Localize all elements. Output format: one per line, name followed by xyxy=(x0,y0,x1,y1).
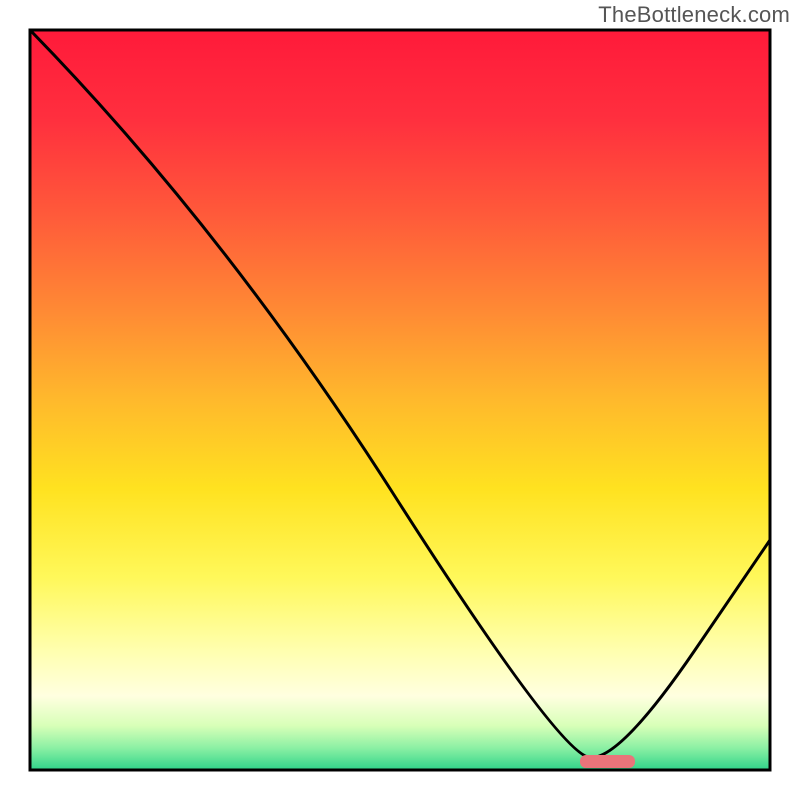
bottleneck-chart: TheBottleneck.com xyxy=(0,0,800,800)
minimum-marker xyxy=(580,755,635,768)
gradient-background xyxy=(30,30,770,770)
chart-svg xyxy=(0,0,800,800)
watermark-text: TheBottleneck.com xyxy=(598,2,790,28)
